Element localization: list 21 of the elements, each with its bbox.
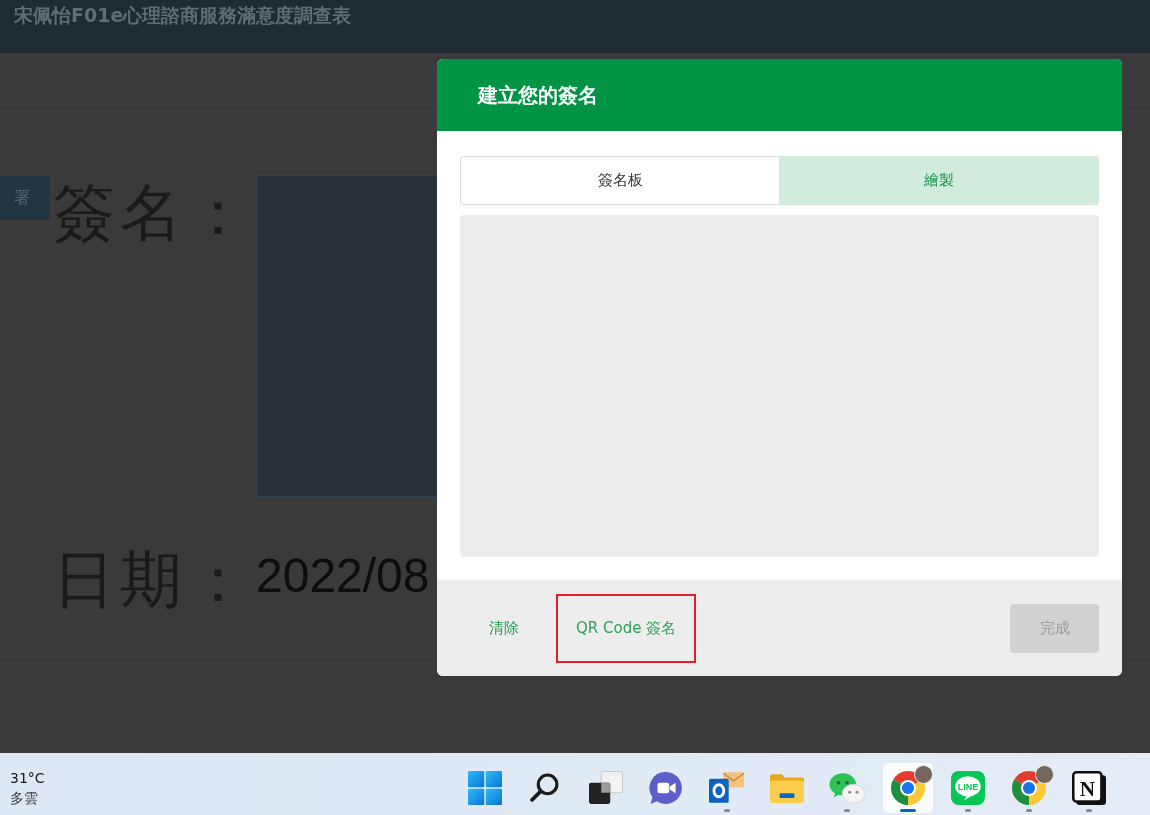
tab[interactable]: 繪製	[780, 156, 1099, 205]
taskbar-button[interactable]: N	[1063, 763, 1114, 813]
search-icon	[530, 773, 561, 803]
folder-icon	[769, 773, 804, 803]
browser-icon	[1011, 771, 1046, 805]
dialog-title: 建立您的簽名	[478, 81, 598, 109]
qr-code-button[interactable]: QR Code 簽名	[558, 595, 695, 661]
task-view-icon	[588, 771, 623, 805]
weather-condition: 多雲	[10, 789, 38, 808]
mail-icon	[709, 772, 745, 804]
browser-icon	[890, 771, 925, 805]
start-icon	[468, 771, 502, 805]
tab[interactable]: 簽名板	[460, 156, 780, 205]
temperature-text: 31°C	[10, 769, 45, 788]
page-title: 宋佩怡F01e心理諮商服務滿意度調查表	[14, 3, 352, 27]
clear-button[interactable]: 清除	[489, 613, 519, 643]
chat-app-icon: LINE	[951, 771, 986, 805]
chat-bubbles-icon	[829, 772, 866, 804]
video-chat-icon	[649, 771, 684, 805]
taskbar-button[interactable]: LINE	[943, 763, 994, 813]
notes-app-icon: N	[1071, 771, 1106, 805]
